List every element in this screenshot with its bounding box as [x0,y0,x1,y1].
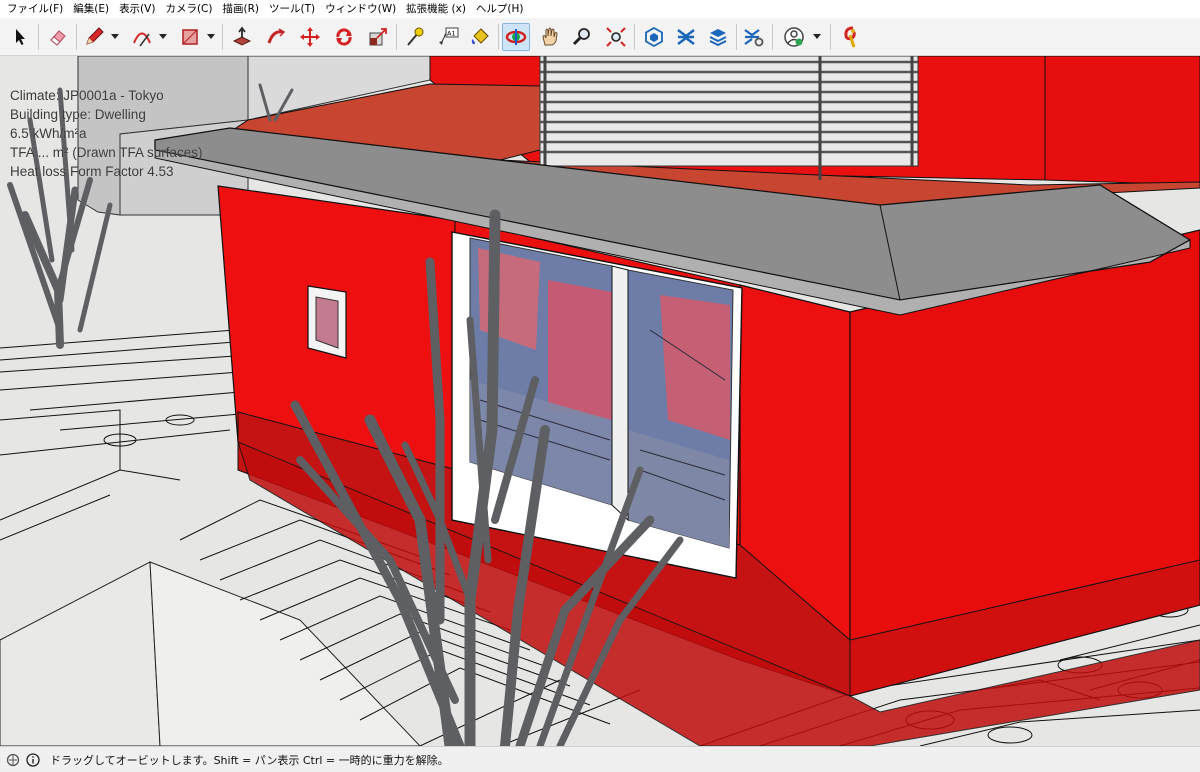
sketchup-window: ファイル(F) 編集(E) 表示(V) カメラ(C) 描画(R) ツール(T) … [0,0,1200,772]
eraser-icon [50,30,66,46]
layers-icon [709,29,727,47]
eraser-tool-button[interactable] [44,23,72,51]
orbit-icon [505,29,527,45]
geo-location-icon[interactable] [6,753,20,767]
select-icon [16,29,25,45]
extension-warehouse-button[interactable] [672,23,700,51]
tape-measure-icon [407,27,424,46]
move-icon [300,27,320,47]
small-window [307,285,347,359]
arc-dropdown[interactable] [158,23,168,51]
louvre-screen [539,56,919,180]
toolbar: A1 [0,18,1200,56]
chevron-down-icon [111,34,119,39]
zoom-icon [572,28,590,46]
info-icon[interactable] [26,752,40,767]
status-message: ドラッグしてオービットします。Shift = パン表示 Ctrl = 一時的に重… [50,753,449,767]
extension-warehouse-icon [677,29,695,45]
pan-tool-button[interactable] [536,23,564,51]
rectangle-dropdown[interactable] [206,23,216,51]
pan-icon [542,27,558,46]
warehouse-icon [645,26,663,48]
push-pull-tool-button[interactable] [228,23,256,51]
menu-extensions[interactable]: 拡張機能 (x) [401,0,471,18]
warehouse-button[interactable] [640,23,668,51]
paint-bucket-tool-button[interactable] [466,23,494,51]
rectangle-tool-button[interactable] [176,23,204,51]
chevron-down-icon [159,34,167,39]
extension-manager-button[interactable] [740,23,768,51]
rectangle-icon [182,29,198,45]
tape-measure-tool-button[interactable] [400,23,428,51]
select-tool-button[interactable] [6,23,34,51]
follow-me-icon [267,28,286,44]
model-scene[interactable] [0,56,1200,746]
layers-button[interactable] [704,23,732,51]
rotate-tool-button[interactable] [330,23,358,51]
orbit-tool-button[interactable] [502,23,530,51]
scale-tool-button[interactable] [364,23,392,51]
menu-view[interactable]: 表示(V) [114,0,160,18]
menu-camera[interactable]: カメラ(C) [160,0,217,18]
menu-file[interactable]: ファイル(F) [2,0,68,18]
pencil-icon [86,27,104,45]
move-tool-button[interactable] [296,23,324,51]
ruby-plugin-icon [844,26,856,48]
menu-window[interactable]: ウィンドウ(W) [320,0,401,18]
rotate-icon [336,28,352,46]
arc-icon [133,32,151,47]
menu-draw[interactable]: 描画(R) [217,0,264,18]
account-dropdown[interactable] [812,23,822,51]
text-icon: A1 [439,27,459,45]
model-viewport[interactable]: Climate: JP0001a - Tokyo Building type: … [0,56,1200,746]
menu-help[interactable]: ヘルプ(H) [471,0,529,18]
arc-tool-button[interactable] [128,23,156,51]
ruby-plugin-button[interactable] [838,23,866,51]
pencil-tool-button[interactable] [80,23,108,51]
follow-me-tool-button[interactable] [262,23,290,51]
zoom-extents-tool-button[interactable] [602,23,630,51]
status-bar: ドラッグしてオービットします。Shift = パン表示 Ctrl = 一時的に重… [0,746,1200,772]
menu-tools[interactable]: ツール(T) [264,0,320,18]
scale-icon [369,28,387,46]
menu-edit[interactable]: 編集(E) [68,0,114,18]
extension-manager-icon [744,29,764,47]
text-tool-button[interactable]: A1 [434,23,462,51]
svg-text:A1: A1 [447,30,456,38]
zoom-tool-button[interactable] [568,23,596,51]
chevron-down-icon [813,34,821,39]
push-pull-icon [232,26,252,46]
pencil-dropdown[interactable] [110,23,120,51]
chevron-down-icon [207,34,215,39]
account-icon [784,27,804,47]
zoom-extents-icon [606,27,626,47]
menu-bar: ファイル(F) 編集(E) 表示(V) カメラ(C) 描画(R) ツール(T) … [0,0,1200,18]
paint-bucket-icon [471,28,489,45]
account-button[interactable] [780,23,808,51]
